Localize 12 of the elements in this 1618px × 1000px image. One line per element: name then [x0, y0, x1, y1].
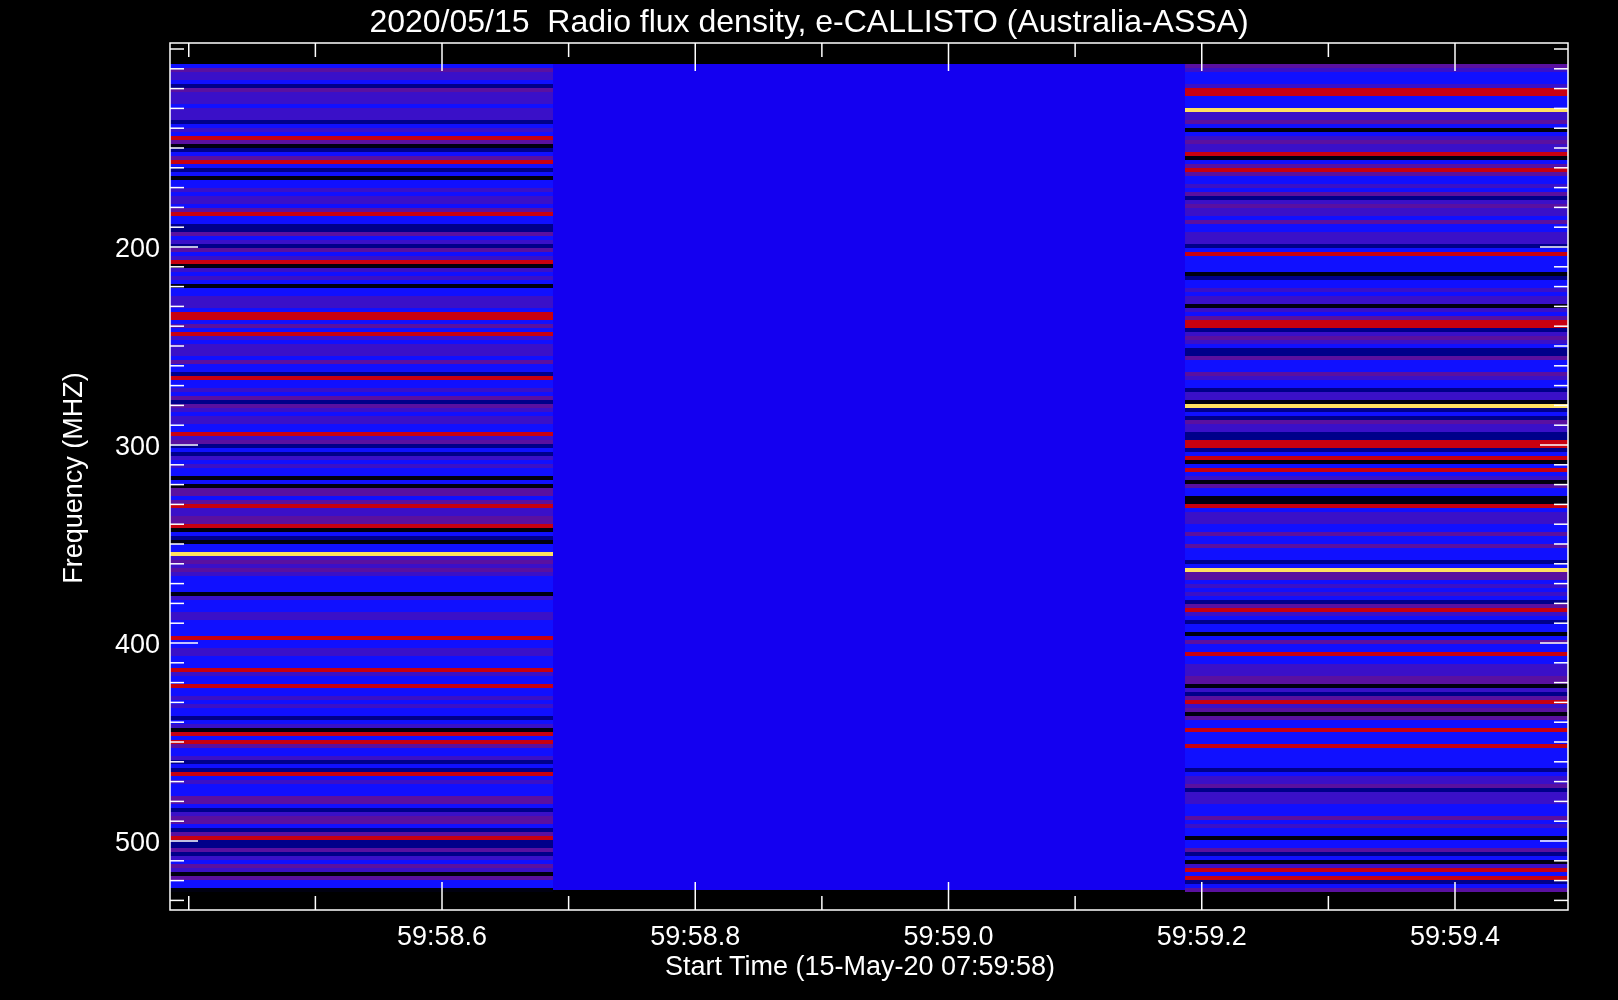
axis-label: Frequency (MHZ)	[58, 372, 88, 584]
tick-label: 59:59.4	[1409, 921, 1501, 951]
tick-label: 500	[114, 827, 160, 857]
tick-label: 59:58.8	[650, 921, 741, 951]
tick-label: 59:58.6	[396, 921, 488, 951]
tick-label: 300	[114, 431, 160, 461]
plot-title: 2020/05/15 Radio flux density, e-CALLISTO (Australia-ASSA)	[369, 3, 1249, 39]
tick-label: 59:59.0	[903, 921, 994, 951]
tick-label: 400	[114, 629, 160, 659]
tick-label: 200	[114, 233, 160, 263]
axis-label: Start Time (15-May-20 07:59:58)	[664, 951, 1056, 981]
tick-label: 59:59.2	[1156, 921, 1247, 951]
